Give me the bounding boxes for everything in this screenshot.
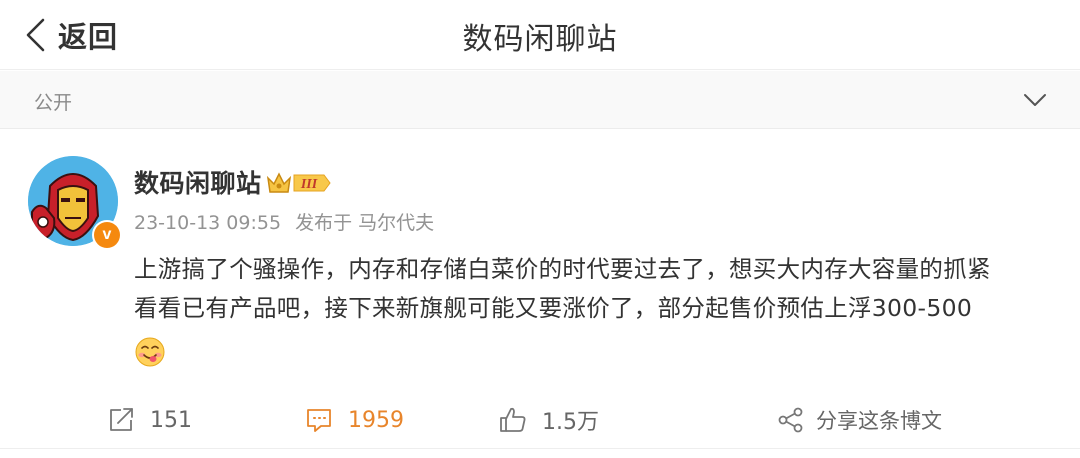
chevron-down-icon[interactable] <box>1022 88 1048 112</box>
page-title: 数码闲聊站 <box>462 22 618 57</box>
post-action-bar: 151 1959 1.5万 分享这条博文 <box>0 394 1080 446</box>
comment-button[interactable]: 1959 <box>304 402 404 438</box>
post-source: 发布于 马尔代夫 <box>295 212 435 234</box>
repost-button[interactable]: 151 <box>106 402 192 438</box>
vip-crown-badge-icon[interactable]: III <box>266 170 332 196</box>
yummy-face-emoji-icon <box>135 337 165 367</box>
comment-icon <box>307 409 331 432</box>
thumbs-up-icon <box>500 407 526 432</box>
vip-level-text: III <box>300 177 318 192</box>
like-button[interactable]: 1.5万 <box>498 402 599 438</box>
post-content: 上游搞了个骚操作，内存和存储白菜价的时代要过去了，想买大内存大容量的抓紧 看看已… <box>134 250 1054 328</box>
visibility-label: 公开 <box>34 92 73 114</box>
like-count: 1.5万 <box>542 410 599 435</box>
post-content-line: 看看已有产品吧，接下来新旗舰可能又要涨价了，部分起售价预估上浮300-500 <box>134 294 973 322</box>
divider <box>0 448 1080 449</box>
verified-badge: v <box>92 220 122 250</box>
share-icon <box>778 407 803 433</box>
top-nav-bar: 返回 数码闲聊站 <box>0 0 1080 70</box>
author-name[interactable]: 数码闲聊站 <box>134 164 262 200</box>
comment-count: 1959 <box>348 407 404 433</box>
post-timestamp: 23-10-13 09:55 <box>134 212 282 234</box>
visibility-selector[interactable]: 公开 <box>0 71 1080 129</box>
verified-icon: v <box>94 222 120 248</box>
repost-count: 151 <box>150 407 192 433</box>
share-label: 分享这条博文 <box>816 409 942 433</box>
post-meta: 23-10-13 09:55 发布于 马尔代夫 <box>134 208 434 235</box>
share-button[interactable]: 分享这条博文 <box>776 402 942 438</box>
repost-icon <box>110 408 133 431</box>
post-content-line: 上游搞了个骚操作，内存和存储白菜价的时代要过去了，想买大内存大容量的抓紧 <box>134 255 991 283</box>
